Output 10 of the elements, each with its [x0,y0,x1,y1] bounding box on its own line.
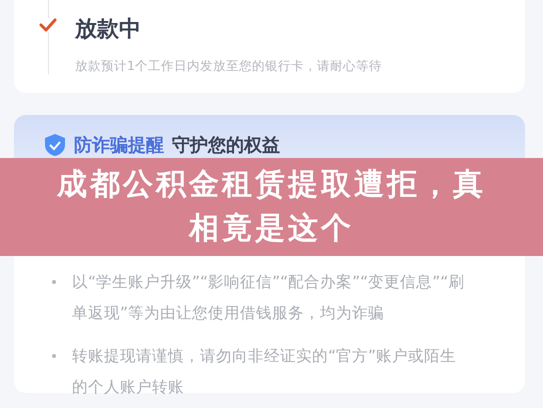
bullet-dot [52,354,56,358]
notice-heading: 守护您的权益 [172,134,280,157]
notice-text: 转账提现请谨慎，请勿向非经证实的“官方”账户或陌生的个人账户转账 [72,346,458,398]
bullet-dot [52,280,56,284]
status-title: 放款中 [75,16,142,44]
notice-heading-highlight: 防诈骗提醒 [74,134,164,157]
shield-icon [44,133,66,157]
banner-title: 成都公积金租赁提取遭拒，真相竟是这个 [56,166,487,248]
status-description: 放款预计1个工作日内发放至您的银行卡，请耐心等待 [75,58,382,75]
notice-text: 以“学生账户升级”“影响征信”“配合办案”“变更信息”“刷单返现”等为由让您使用借钱服务，均为诈骗 [72,272,466,324]
